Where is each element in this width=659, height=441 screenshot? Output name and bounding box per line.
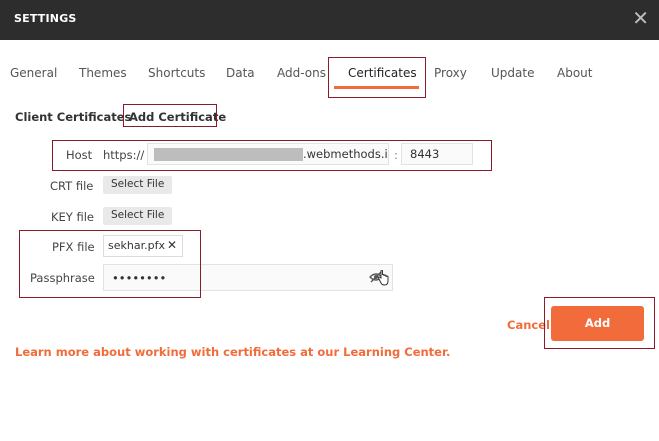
title-bar: SETTINGS ✕ xyxy=(0,0,659,40)
tab-proxy[interactable]: Proxy xyxy=(434,66,467,80)
section-title: Client Certificates xyxy=(15,110,132,124)
crt-select-file-button[interactable]: Select File xyxy=(103,176,173,194)
tab-themes[interactable]: Themes xyxy=(79,66,127,80)
tab-general[interactable]: General xyxy=(10,66,57,80)
highlight-box xyxy=(52,140,492,171)
window-title: SETTINGS xyxy=(14,12,77,25)
tab-add-ons[interactable]: Add-ons xyxy=(277,66,326,80)
key-select-file-button[interactable]: Select File xyxy=(103,207,173,225)
close-icon[interactable]: ✕ xyxy=(632,8,649,28)
key-label: KEY file xyxy=(51,210,95,224)
learning-center-link[interactable]: Learn more about working with certificat… xyxy=(15,345,450,359)
crt-label: CRT file xyxy=(50,179,94,193)
tab-shortcuts[interactable]: Shortcuts xyxy=(148,66,205,80)
tab-update[interactable]: Update xyxy=(491,66,534,80)
highlight-box xyxy=(19,230,201,298)
highlight-box xyxy=(123,104,217,127)
highlight-box xyxy=(328,57,426,98)
highlight-box xyxy=(544,297,655,349)
tab-data[interactable]: Data xyxy=(226,66,255,80)
tab-about[interactable]: About xyxy=(557,66,592,80)
hand-pointer-icon xyxy=(377,269,389,289)
